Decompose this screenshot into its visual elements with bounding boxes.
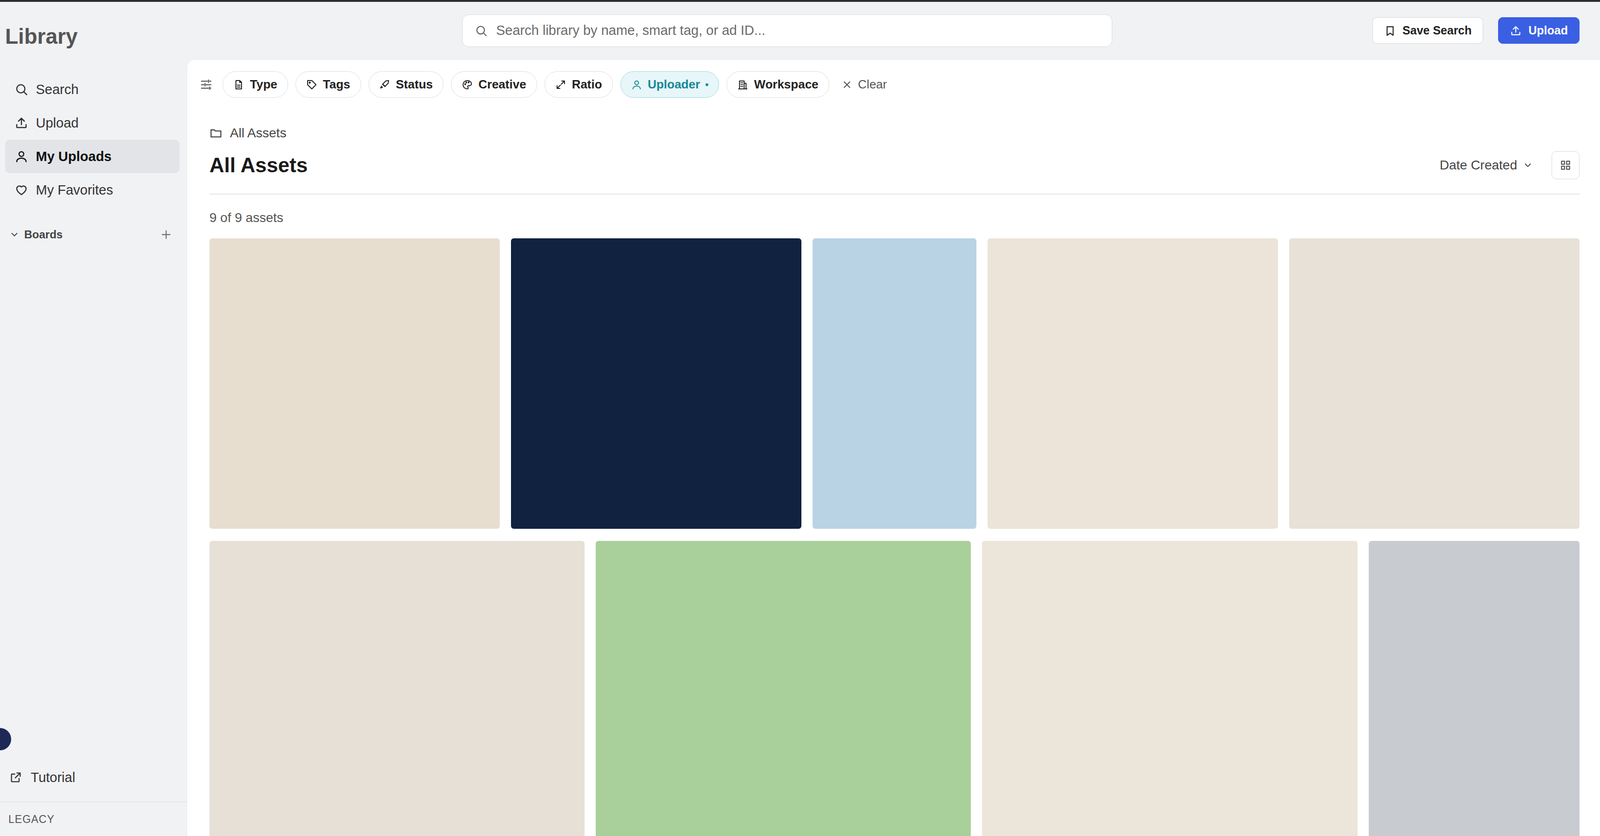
filter-chip[interactable]: Uploader xyxy=(620,71,720,98)
search-icon xyxy=(474,24,488,38)
legacy-label[interactable]: LEGACY xyxy=(0,801,187,836)
tutorial-label: Tutorial xyxy=(30,769,76,786)
filter-label: Status xyxy=(396,77,433,92)
asset-card[interactable] xyxy=(1368,540,1580,836)
heart-icon xyxy=(14,182,29,197)
asset-card[interactable] xyxy=(510,238,802,529)
filter-chip[interactable]: Workspace xyxy=(726,71,829,98)
sliders-icon xyxy=(199,77,214,92)
filter-label: Type xyxy=(249,77,278,92)
palette-icon xyxy=(461,79,473,91)
asset-count: 9 of 9 assets xyxy=(209,209,1580,227)
external-link-icon xyxy=(9,770,23,784)
save-search-button[interactable]: Save Search xyxy=(1372,17,1484,44)
tutorial-link[interactable]: Tutorial xyxy=(0,763,187,792)
user-icon xyxy=(631,79,643,91)
assets-panel: Type Tags Status Creative Ratio Uploader… xyxy=(186,59,1600,836)
asset-card[interactable] xyxy=(595,540,971,836)
filter-chip[interactable]: Type xyxy=(222,71,289,98)
sort-dropdown[interactable]: Date Created xyxy=(1436,157,1536,174)
page-title: All Assets xyxy=(209,153,308,177)
filter-label: Workspace xyxy=(753,77,819,92)
grid-view-button[interactable] xyxy=(1551,151,1580,180)
filter-label: Ratio xyxy=(571,77,603,92)
top-actions: Save Search Upload xyxy=(1372,17,1580,44)
building-icon xyxy=(737,79,749,91)
boards-header[interactable]: Boards xyxy=(9,225,173,244)
filter-label: Tags xyxy=(322,77,351,92)
search-icon xyxy=(14,82,29,97)
filter-bar: Type Tags Status Creative Ratio Uploader… xyxy=(197,71,1580,98)
sidebar-item[interactable]: Upload xyxy=(5,106,180,140)
filter-chip[interactable]: Tags xyxy=(295,71,362,98)
user-icon xyxy=(14,149,29,164)
sidebar-item[interactable]: My Favorites xyxy=(5,173,180,207)
expand-icon xyxy=(555,79,567,91)
file-icon xyxy=(233,79,245,91)
plus-icon xyxy=(159,228,173,242)
boards-label: Boards xyxy=(24,228,63,242)
library-app: Library Search Upload My Uploads My Favo… xyxy=(0,0,1600,836)
upload-icon xyxy=(14,115,29,130)
filter-label: Creative xyxy=(478,77,527,92)
asset-card[interactable] xyxy=(209,540,585,836)
folder-icon xyxy=(209,126,223,140)
main-column: Save Search Upload Type Tags Status Crea… xyxy=(186,1,1600,836)
search-field[interactable] xyxy=(462,14,1113,48)
page-header: All Assets Date Created xyxy=(209,148,1580,195)
asset-grid xyxy=(209,238,1580,836)
clear-label: Clear xyxy=(858,77,888,92)
sidebar-item-label: Upload xyxy=(35,115,79,131)
asset-card[interactable] xyxy=(209,238,500,529)
add-board-button[interactable] xyxy=(159,228,173,242)
button-label: Save Search xyxy=(1402,23,1473,38)
breadcrumb-label: All Assets xyxy=(229,124,287,142)
breadcrumb[interactable]: All Assets xyxy=(209,124,1580,142)
sidebar-title: Library xyxy=(0,1,187,50)
asset-card[interactable] xyxy=(981,540,1358,836)
tag-icon xyxy=(306,79,318,91)
sidebar-item[interactable]: My Uploads xyxy=(5,139,180,174)
sidebar: Library Search Upload My Uploads My Favo… xyxy=(0,1,187,836)
filter-settings-button[interactable] xyxy=(197,77,216,92)
search-input[interactable] xyxy=(495,22,1100,39)
top-bar: Save Search Upload xyxy=(186,1,1600,60)
sidebar-footer: Tutorial LEGACY xyxy=(0,763,187,836)
asset-card[interactable] xyxy=(987,238,1278,529)
grid-icon xyxy=(1559,159,1572,172)
sidebar-nav: Search Upload My Uploads My Favorites xyxy=(0,72,187,207)
view-controls: Date Created xyxy=(1436,151,1580,180)
asset-card[interactable] xyxy=(812,238,976,529)
upload-button[interactable]: Upload xyxy=(1498,17,1580,44)
asset-row xyxy=(209,238,1580,529)
button-label: Upload xyxy=(1528,23,1568,38)
chevron-down-icon xyxy=(9,229,20,240)
clear-filters-button[interactable]: Clear xyxy=(836,77,892,92)
sidebar-item-label: Search xyxy=(35,81,79,98)
active-dot xyxy=(705,83,709,87)
sidebar-item-label: My Uploads xyxy=(35,148,112,165)
sidebar-item[interactable]: Search xyxy=(5,72,180,107)
bookmark-icon xyxy=(1384,24,1397,37)
filter-chip[interactable]: Status xyxy=(368,71,444,98)
rocket-icon xyxy=(379,79,391,91)
x-icon xyxy=(841,79,853,91)
filter-label: Uploader xyxy=(647,77,701,92)
filter-chip[interactable]: Creative xyxy=(450,71,538,98)
floating-widget-button[interactable] xyxy=(0,727,12,751)
filter-chip[interactable]: Ratio xyxy=(544,71,613,98)
asset-row xyxy=(209,540,1580,836)
sort-label: Date Created xyxy=(1439,157,1518,173)
boards-toggle[interactable] xyxy=(9,229,20,240)
sidebar-item-label: My Favorites xyxy=(35,182,114,198)
asset-card[interactable] xyxy=(1289,238,1580,529)
upload-icon xyxy=(1509,24,1522,37)
chevron-down-icon xyxy=(1522,160,1533,171)
